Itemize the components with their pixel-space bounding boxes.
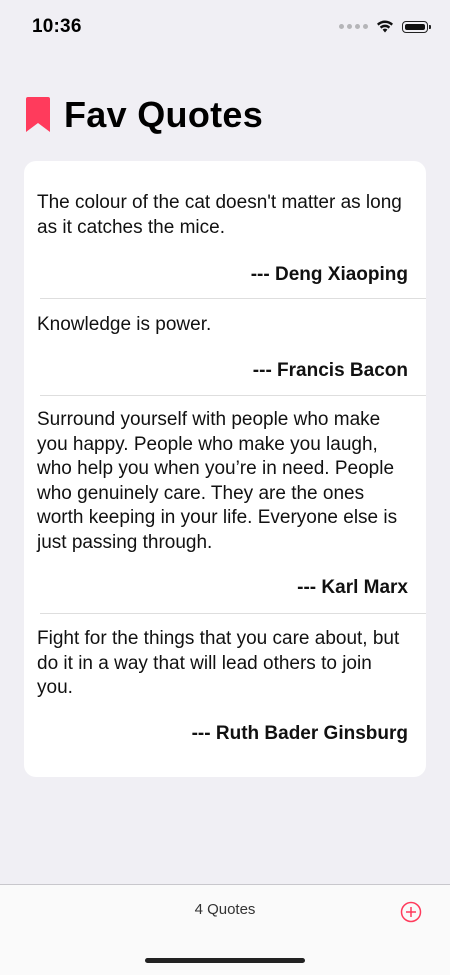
quote-author: --- Deng Xiaoping	[250, 264, 408, 285]
bookmark-icon	[26, 97, 50, 132]
signal-icon	[339, 24, 368, 29]
status-time: 10:36	[32, 16, 82, 37]
quote-row[interactable]: The colour of the cat doesn't matter as …	[24, 161, 426, 299]
quote-count: 4 Quotes	[194, 901, 256, 918]
quote-author: --- Francis Bacon	[252, 359, 408, 381]
add-circle-icon[interactable]	[400, 901, 422, 923]
home-indicator[interactable]	[145, 958, 305, 963]
quote-text: The colour of the cat doesn't matter as …	[37, 192, 402, 238]
quote-author: --- Karl Marx	[297, 577, 408, 598]
header: Fav Quotes	[26, 94, 263, 136]
quotes-list: The colour of the cat doesn't matter as …	[24, 161, 426, 777]
status-icons	[339, 20, 431, 33]
status-bar: 10:36	[0, 0, 450, 54]
battery-icon	[402, 20, 431, 33]
quote-text: Fight for the things that you care about…	[37, 628, 400, 698]
quote-row[interactable]: Surround yourself with people who make y…	[24, 396, 426, 614]
quote-text: Knowledge is power.	[37, 314, 212, 335]
quote-text: Surround yourself with people who make y…	[37, 409, 398, 553]
page-title: Fav Quotes	[64, 94, 264, 135]
quote-row[interactable]: Knowledge is power. --- Francis Bacon	[24, 299, 426, 396]
quote-row[interactable]: Fight for the things that you care about…	[24, 614, 426, 777]
quote-author: --- Ruth Bader Ginsburg	[191, 722, 408, 744]
wifi-icon	[377, 20, 393, 33]
